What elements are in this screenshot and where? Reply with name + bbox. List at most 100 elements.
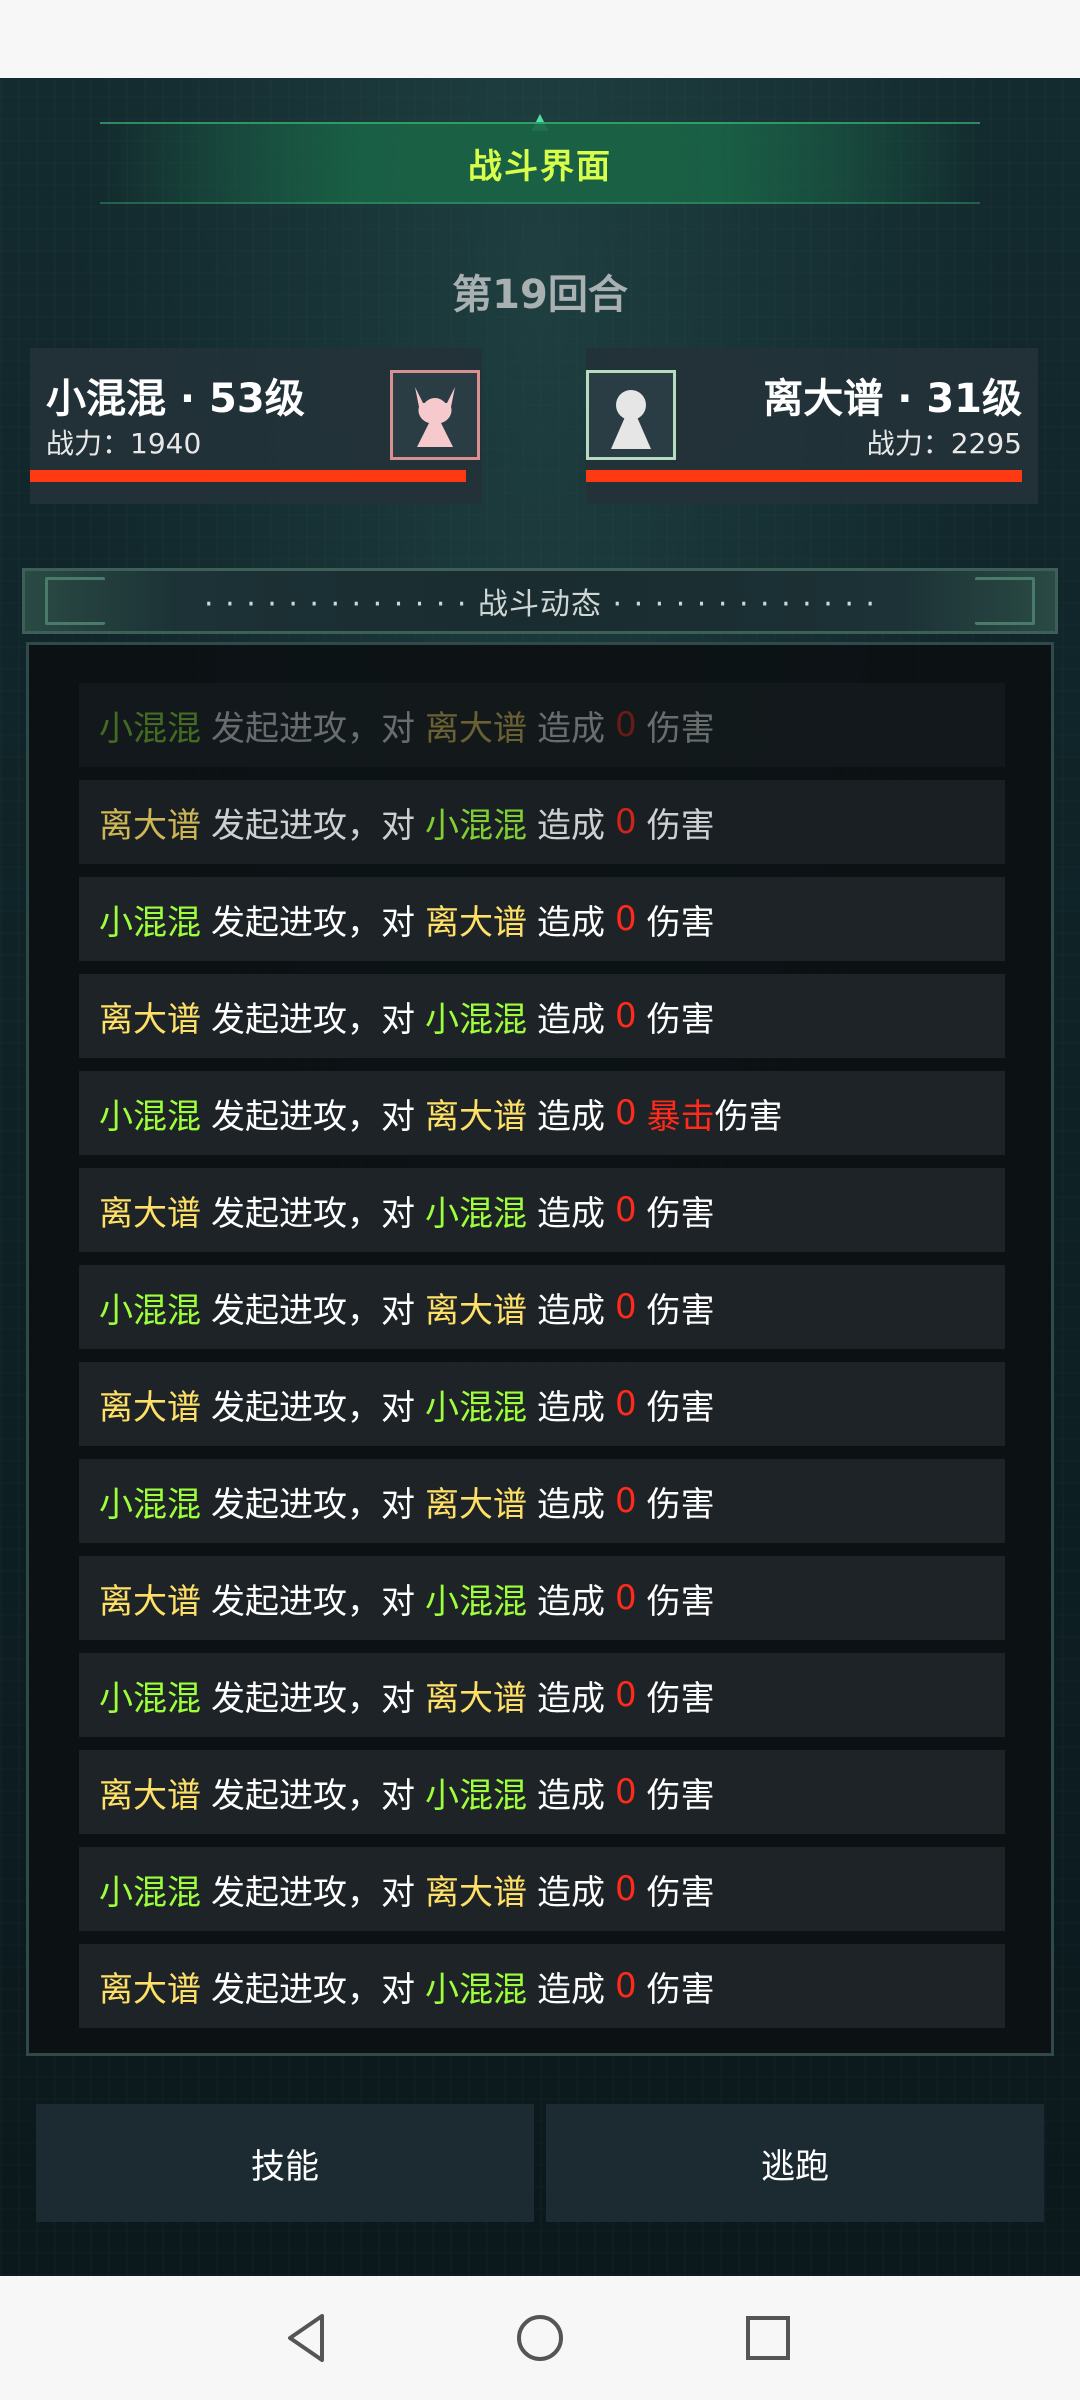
log-attacker: 小混混 xyxy=(99,1484,201,1525)
battle-log-title: · · · · · · · · · · · · · 战斗动态 · · · · ·… xyxy=(204,587,876,622)
log-attacker: 小混混 xyxy=(99,1096,201,1137)
battle-log-entry: 小混混 发起进攻，对 离大谱 造成 0 暴击 伤害 xyxy=(79,1071,1005,1155)
log-damage-value: 0 xyxy=(615,1772,637,1812)
enemy-power: 战力：2295 xyxy=(866,427,1022,460)
log-damage-suffix: 伤害 xyxy=(646,902,715,943)
log-attacker: 小混混 xyxy=(99,1290,201,1331)
log-action-text: 发起进攻，对 xyxy=(211,999,415,1040)
log-target: 离大谱 xyxy=(425,902,527,943)
log-action-text: 发起进攻，对 xyxy=(211,1290,415,1331)
log-action-text: 发起进攻，对 xyxy=(211,1678,415,1719)
log-cause-text: 造成 xyxy=(537,1872,605,1913)
horned-figure-icon[interactable] xyxy=(390,370,480,460)
log-cause-text: 造成 xyxy=(537,1969,605,2010)
log-damage-suffix: 伤害 xyxy=(646,1969,715,2010)
log-damage-suffix: 伤害 xyxy=(646,1387,715,1428)
battle-log-entry: 离大谱 发起进攻，对 小混混 造成 0 伤害 xyxy=(79,780,1005,864)
enemy-card: 离大谱 · 31级 战力：2295 xyxy=(586,348,1038,504)
battle-log-entry: 离大谱 发起进攻，对 小混混 造成 0 伤害 xyxy=(79,1750,1005,1834)
log-damage-value: 0 xyxy=(615,1190,637,1230)
log-damage-suffix: 伤害 xyxy=(646,805,715,846)
log-action-text: 发起进攻，对 xyxy=(211,1581,415,1622)
enemy-hp-fill xyxy=(586,470,1022,482)
log-damage-value: 0 xyxy=(615,899,637,939)
log-target: 离大谱 xyxy=(425,1872,527,1913)
header-ornament-left xyxy=(45,577,105,625)
person-silhouette-icon[interactable] xyxy=(586,370,676,460)
log-damage-suffix: 伤害 xyxy=(646,1872,715,1913)
log-target: 小混混 xyxy=(425,1193,527,1234)
log-attacker: 小混混 xyxy=(99,1872,201,1913)
battle-log-header: · · · · · · · · · · · · · 战斗动态 · · · · ·… xyxy=(22,568,1058,634)
log-damage-value: 0 xyxy=(615,1384,637,1424)
log-damage-value: 0 xyxy=(615,1675,637,1715)
skill-button[interactable]: 技能 xyxy=(36,2104,534,2222)
log-damage-suffix: 伤害 xyxy=(646,1775,715,1816)
player-power: 战力：1940 xyxy=(46,427,202,460)
flee-button[interactable]: 逃跑 xyxy=(546,2104,1044,2222)
log-damage-suffix: 伤害 xyxy=(714,1096,783,1137)
log-cause-text: 造成 xyxy=(537,1484,605,1525)
battle-log-entry: 离大谱 发起进攻，对 小混混 造成 0 伤害 xyxy=(79,1556,1005,1640)
log-action-text: 发起进攻，对 xyxy=(211,1775,415,1816)
log-cause-text: 造成 xyxy=(537,1678,605,1719)
log-attacker: 小混混 xyxy=(99,902,201,943)
status-bar xyxy=(0,0,1080,78)
log-damage-value: 0 xyxy=(615,705,637,745)
log-action-text: 发起进攻，对 xyxy=(211,1193,415,1234)
battle-log-list: 小混混 发起进攻，对 离大谱 造成 0 伤害 离大谱 发起进攻，对 小混混 造成 0 伤害 小混混 发起进… xyxy=(79,683,1005,2041)
log-target: 离大谱 xyxy=(425,708,527,749)
log-action-text: 发起进攻，对 xyxy=(211,1872,415,1913)
round-counter: 第19回合 xyxy=(452,272,628,318)
battle-log-entry: 小混混 发起进攻，对 离大谱 造成 0 伤害 xyxy=(79,1265,1005,1349)
log-attacker: 小混混 xyxy=(99,708,201,749)
horned-figure-svg xyxy=(415,387,455,447)
log-action-text: 发起进攻，对 xyxy=(211,902,415,943)
log-action-text: 发起进攻，对 xyxy=(211,1387,415,1428)
battle-log-entry: 小混混 发起进攻，对 离大谱 造成 0 伤害 xyxy=(79,1653,1005,1737)
log-damage-value: 0 xyxy=(615,1966,637,2006)
battle-log-panel[interactable]: 小混混 发起进攻，对 离大谱 造成 0 伤害 离大谱 发起进攻，对 小混混 造成 0 伤害 小混混 发起进… xyxy=(26,642,1054,2056)
log-target: 离大谱 xyxy=(425,1096,527,1137)
log-damage-value: 0 xyxy=(615,1481,637,1521)
log-attacker: 离大谱 xyxy=(99,1581,201,1622)
log-cause-text: 造成 xyxy=(537,1290,605,1331)
player-hp-fill xyxy=(30,470,466,482)
log-action-text: 发起进攻，对 xyxy=(211,1096,415,1137)
log-damage-value: 0 xyxy=(615,1578,637,1618)
log-target: 小混混 xyxy=(425,1969,527,2010)
log-attacker: 离大谱 xyxy=(99,1387,201,1428)
log-cause-text: 造成 xyxy=(537,1193,605,1234)
log-attacker: 小混混 xyxy=(99,1678,201,1719)
home-circle-icon[interactable] xyxy=(508,2306,572,2370)
log-damage-value: 0 xyxy=(615,802,637,842)
log-cause-text: 造成 xyxy=(537,708,605,749)
log-damage-suffix: 伤害 xyxy=(646,1290,715,1331)
log-target: 离大谱 xyxy=(425,1290,527,1331)
log-target: 离大谱 xyxy=(425,1678,527,1719)
player-hp-bar xyxy=(30,470,466,482)
battle-log-entry: 离大谱 发起进攻，对 小混混 造成 0 伤害 xyxy=(79,1362,1005,1446)
title-banner: 战斗界面 xyxy=(100,122,980,204)
log-damage-value: 0 xyxy=(615,1093,637,1133)
log-damage-value: 0 xyxy=(615,1287,637,1327)
log-damage-suffix: 伤害 xyxy=(646,1193,715,1234)
log-damage-suffix: 伤害 xyxy=(646,1581,715,1622)
log-damage-suffix: 伤害 xyxy=(646,1678,715,1719)
log-damage-suffix: 伤害 xyxy=(646,999,715,1040)
battle-log-entry: 离大谱 发起进攻，对 小混混 造成 0 伤害 xyxy=(79,1944,1005,2028)
player-name: 小混混 · 53级 xyxy=(46,376,305,422)
back-triangle-icon[interactable] xyxy=(276,2306,340,2370)
battle-log-entry: 小混混 发起进攻，对 离大谱 造成 0 伤害 xyxy=(79,1459,1005,1543)
page-title: 战斗界面 xyxy=(468,146,612,187)
log-damage-value: 0 xyxy=(615,996,637,1036)
enemy-hp-bar xyxy=(586,470,1022,482)
log-attacker: 离大谱 xyxy=(99,1775,201,1816)
recent-square-icon[interactable] xyxy=(736,2306,800,2370)
battle-log-entry: 小混混 发起进攻，对 离大谱 造成 0 伤害 xyxy=(79,1847,1005,1931)
system-nav-bar xyxy=(0,2276,1080,2400)
log-target: 小混混 xyxy=(425,999,527,1040)
log-attacker: 离大谱 xyxy=(99,1193,201,1234)
battle-log-entry: 离大谱 发起进攻，对 小混混 造成 0 伤害 xyxy=(79,1168,1005,1252)
log-cause-text: 造成 xyxy=(537,1581,605,1622)
